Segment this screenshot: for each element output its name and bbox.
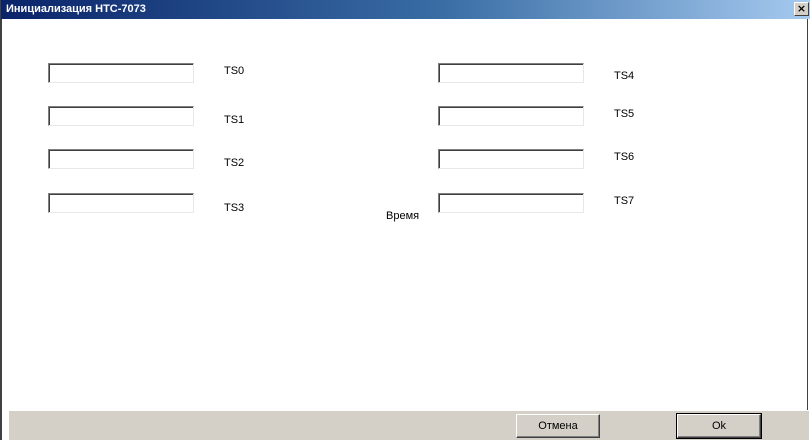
ts5-input[interactable]: [438, 106, 584, 126]
ts1-label: TS1: [224, 114, 245, 126]
left-border: [1, 19, 9, 440]
ts7-label: TS7: [614, 195, 635, 207]
ts6-input[interactable]: [438, 149, 584, 169]
ts4-input[interactable]: [438, 63, 584, 83]
ts3-input[interactable]: [48, 193, 194, 213]
button-bar: Отмена Ok: [9, 410, 809, 440]
ts0-input[interactable]: [48, 63, 194, 83]
ts5-label: TS5: [614, 108, 635, 120]
cancel-button-label: Отмена: [538, 420, 578, 432]
ts4-label: TS4: [614, 70, 635, 82]
ok-button-label: Ok: [711, 420, 727, 432]
ts2-input[interactable]: [48, 149, 194, 169]
title-bar[interactable]: Инициализация НТС-7073 ×: [1, 0, 810, 19]
ts2-label: TS2: [224, 157, 245, 169]
ts1-input[interactable]: [48, 106, 194, 126]
ok-button[interactable]: Ok: [676, 413, 762, 439]
ts3-label: TS3: [224, 202, 245, 214]
ts7-input[interactable]: [438, 193, 584, 213]
cancel-button[interactable]: Отмена: [516, 414, 600, 438]
ts6-label: TS6: [614, 151, 635, 163]
time-label: Время: [386, 210, 420, 222]
dialog-window: Инициализация НТС-7073 × TS0 TS1 TS2 TS3…: [0, 0, 810, 440]
close-icon: ×: [796, 2, 807, 15]
close-button[interactable]: ×: [794, 2, 809, 16]
ts0-label: TS0: [224, 65, 245, 77]
window-title: Инициализация НТС-7073: [6, 3, 146, 15]
